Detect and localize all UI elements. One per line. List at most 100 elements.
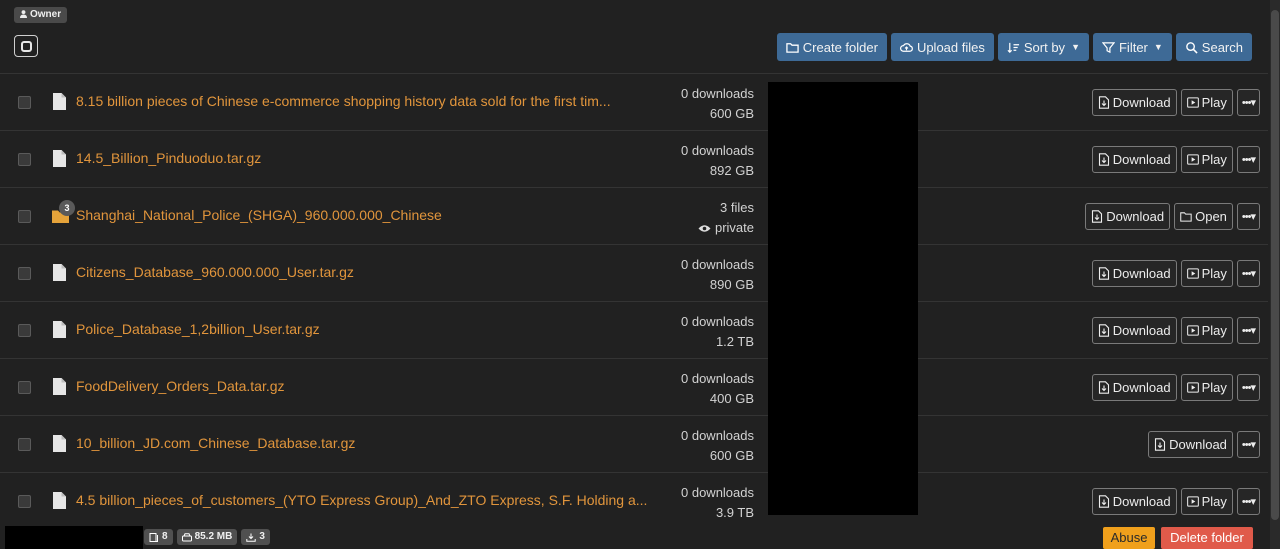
row-checkbox[interactable] [18,324,31,337]
item-name-link[interactable]: FoodDelivery_Orders_Data.tar.gz [76,378,285,394]
more-options-button[interactable]: •••▾ [1236,488,1260,515]
row-actions: Download Play •••▾ [1091,317,1260,344]
search-button[interactable]: Search [1175,33,1252,61]
hard-drive-icon [181,532,192,541]
row-actions: Download Play •••▾ [1091,488,1260,515]
download-button[interactable]: Download [1091,374,1177,401]
more-options-icon: •••▾ [1241,268,1256,280]
scrollbar-thumb[interactable] [1271,10,1279,520]
list-item[interactable]: FoodDelivery_Orders_Data.tar.gz 0 downloa… [0,358,1268,415]
row-checkbox[interactable] [18,267,31,280]
more-options-button[interactable]: •••▾ [1236,374,1260,401]
download-file-icon [1098,96,1109,109]
upload-files-button[interactable]: Upload files [890,33,994,61]
eye-icon [698,225,711,232]
item-meta-primary: 0 downloads [681,257,754,272]
more-options-button[interactable]: •••▾ [1236,203,1260,230]
filter-button[interactable]: Filter ▼ [1092,33,1172,61]
download-button[interactable]: Download [1085,203,1171,230]
sort-by-button[interactable]: Sort by ▼ [997,33,1089,61]
sort-icon [1007,42,1019,53]
list-item[interactable]: Citizens_Database_960.000.000_User.tar.g… [0,244,1268,301]
open-button[interactable]: Open [1174,203,1233,230]
more-options-button[interactable]: •••▾ [1236,317,1260,344]
downloads-badge: 3 [241,529,270,545]
list-item[interactable]: Police_Database_1,2billion_User.tar.gz 0 … [0,301,1268,358]
toolbar: Create folder Upload files Sort by ▼ Filt… [776,33,1252,61]
redacted-column [768,82,918,515]
search-icon [1185,41,1198,54]
file-icon [53,93,66,110]
play-label: Play [1201,95,1227,110]
select-all-checkbox[interactable] [14,35,38,57]
item-name-link[interactable]: 8.15 billion pieces of Chinese e-commerc… [76,93,611,109]
item-meta-secondary: private [714,220,754,235]
row-checkbox[interactable] [18,495,31,508]
download-button[interactable]: Download [1091,488,1177,515]
download-button[interactable]: Download [1091,260,1177,287]
download-button[interactable]: Download [1091,317,1177,344]
play-button[interactable]: Play [1180,260,1233,287]
item-name-link[interactable]: Citizens_Database_960.000.000_User.tar.g… [76,264,354,280]
item-size: 890 GB [709,277,754,292]
item-name-link[interactable]: Shanghai_National_Police_(SHGA)_960.000.… [76,207,442,223]
download-button[interactable]: Download [1148,431,1233,458]
more-options-icon: •••▾ [1241,382,1256,394]
row-checkbox[interactable] [18,96,31,109]
play-button[interactable]: Play [1180,146,1233,173]
item-meta: 0 downloads 3.9 TB [681,483,754,523]
play-button[interactable]: Play [1180,488,1233,515]
download-label: Download [1112,266,1171,281]
row-checkbox[interactable] [18,210,31,223]
more-options-button[interactable]: •••▾ [1236,260,1260,287]
play-button[interactable]: Play [1180,374,1233,401]
user-icon [20,10,27,18]
more-options-button[interactable]: •••▾ [1236,89,1260,116]
list-item[interactable]: 10_billion_JD.com_Chinese_Database.tar.g… [0,415,1268,472]
abuse-button[interactable]: Abuse [1103,527,1155,549]
download-file-icon [1098,381,1109,394]
redacted-footer [5,526,143,549]
play-button[interactable]: Play [1180,89,1233,116]
download-file-icon [1092,210,1103,223]
item-size: 1.2 TB [715,334,754,349]
download-button[interactable]: Download [1091,146,1177,173]
list-item[interactable]: 8.15 billion pieces of Chinese e-commerc… [0,73,1268,130]
download-button[interactable]: Download [1091,89,1177,116]
open-label: Open [1195,209,1227,224]
row-actions: Download •••▾ [1148,431,1260,458]
list-item[interactable]: 3 Shanghai_National_Police_(SHGA)_960.000… [0,187,1268,244]
create-folder-label: Create folder [802,39,878,55]
file-icon [53,150,66,167]
item-name-link[interactable]: 4.5 billion_pieces_of_customers_(YTO Exp… [76,492,647,508]
scrollbar[interactable] [1270,0,1280,549]
delete-folder-button[interactable]: Delete folder [1161,527,1253,549]
list-item[interactable]: 4.5 billion_pieces_of_customers_(YTO Exp… [0,472,1268,529]
more-options-icon: •••▾ [1241,439,1256,451]
file-count: 8 [162,531,168,542]
list-item[interactable]: 14.5_Billion_Pinduoduo.tar.gz 0 downloads… [0,130,1268,187]
play-icon [1186,382,1199,393]
more-options-button[interactable]: •••▾ [1236,146,1260,173]
item-name-link[interactable]: 14.5_Billion_Pinduoduo.tar.gz [76,150,261,166]
play-button[interactable]: Play [1180,317,1233,344]
item-meta: 0 downloads 600 GB [681,84,754,124]
item-meta-primary: 0 downloads [681,371,754,386]
create-folder-button[interactable]: Create folder [776,33,887,61]
row-checkbox[interactable] [18,381,31,394]
item-meta: 0 downloads 892 GB [681,141,754,181]
play-icon [1186,97,1199,108]
file-icon [53,378,66,395]
item-name-link[interactable]: 10_billion_JD.com_Chinese_Database.tar.g… [76,435,355,451]
download-label: Download [1112,152,1171,167]
row-checkbox[interactable] [18,438,31,451]
row-actions: Download Play •••▾ [1091,260,1260,287]
download-label: Download [1112,380,1171,395]
item-count-badge: 3 [59,200,75,216]
file-count-badge: 8 [144,529,173,545]
play-icon [1186,268,1199,279]
more-options-button[interactable]: •••▾ [1236,431,1260,458]
upload-files-label: Upload files [916,39,985,55]
item-name-link[interactable]: Police_Database_1,2billion_User.tar.gz [76,321,320,337]
row-checkbox[interactable] [18,153,31,166]
